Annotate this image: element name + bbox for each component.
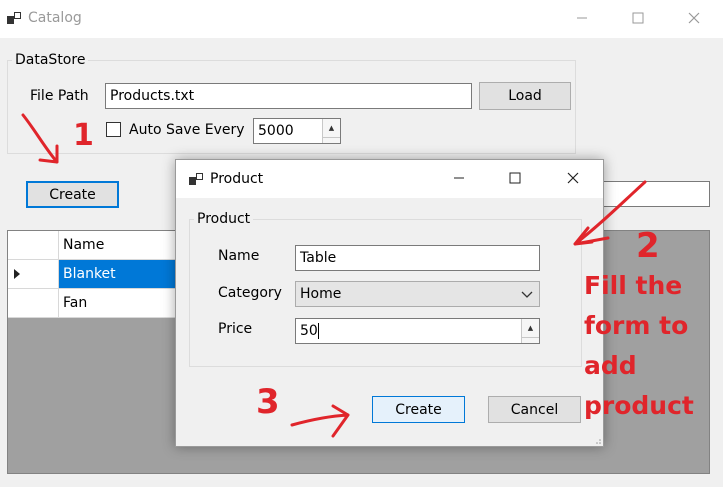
- arrow-1-icon: [21, 113, 59, 164]
- arrow-3-icon: [290, 404, 350, 438]
- step-2-line: form to: [584, 311, 689, 340]
- step-2-instructions: Fill the form to add product: [584, 266, 694, 426]
- step-2-line: product: [584, 391, 694, 420]
- step-2-line: Fill the: [584, 271, 683, 300]
- step-3-label: 3: [256, 382, 280, 422]
- step-2-line: add: [584, 351, 637, 380]
- arrow-2-icon: [573, 180, 647, 246]
- step-1-label: 1: [73, 118, 94, 153]
- step-2-label: 2: [636, 226, 660, 266]
